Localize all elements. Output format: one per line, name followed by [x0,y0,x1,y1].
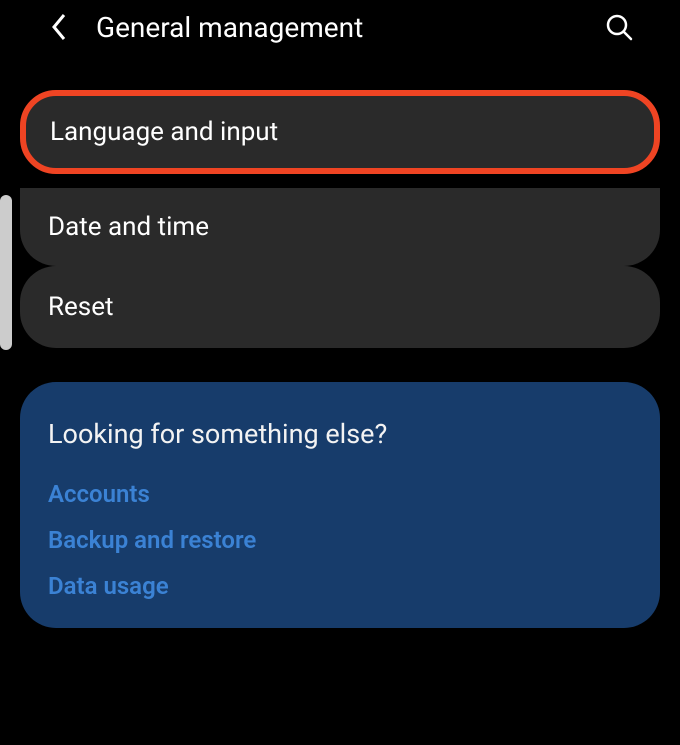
reset-item[interactable]: Reset [20,266,660,348]
language-input-item[interactable]: Language and input [26,96,654,168]
backup-restore-link[interactable]: Backup and restore [48,526,632,554]
data-usage-link[interactable]: Data usage [48,572,632,600]
settings-group-1: Date and time [20,188,660,266]
accounts-link[interactable]: Accounts [48,480,632,508]
app-bar: General management [0,0,680,54]
back-icon[interactable] [44,12,74,42]
suggestion-title: Looking for something else? [48,418,632,450]
date-time-item[interactable]: Date and time [20,188,660,266]
page-title: General management [96,11,602,44]
settings-group-2: Reset [20,266,660,348]
search-icon[interactable] [602,10,636,44]
settings-content: Language and input Date and time Reset L… [0,54,680,628]
scrollbar-thumb[interactable] [0,195,12,350]
language-input-highlight: Language and input [20,90,660,174]
suggestion-panel: Looking for something else? Accounts Bac… [20,382,660,628]
